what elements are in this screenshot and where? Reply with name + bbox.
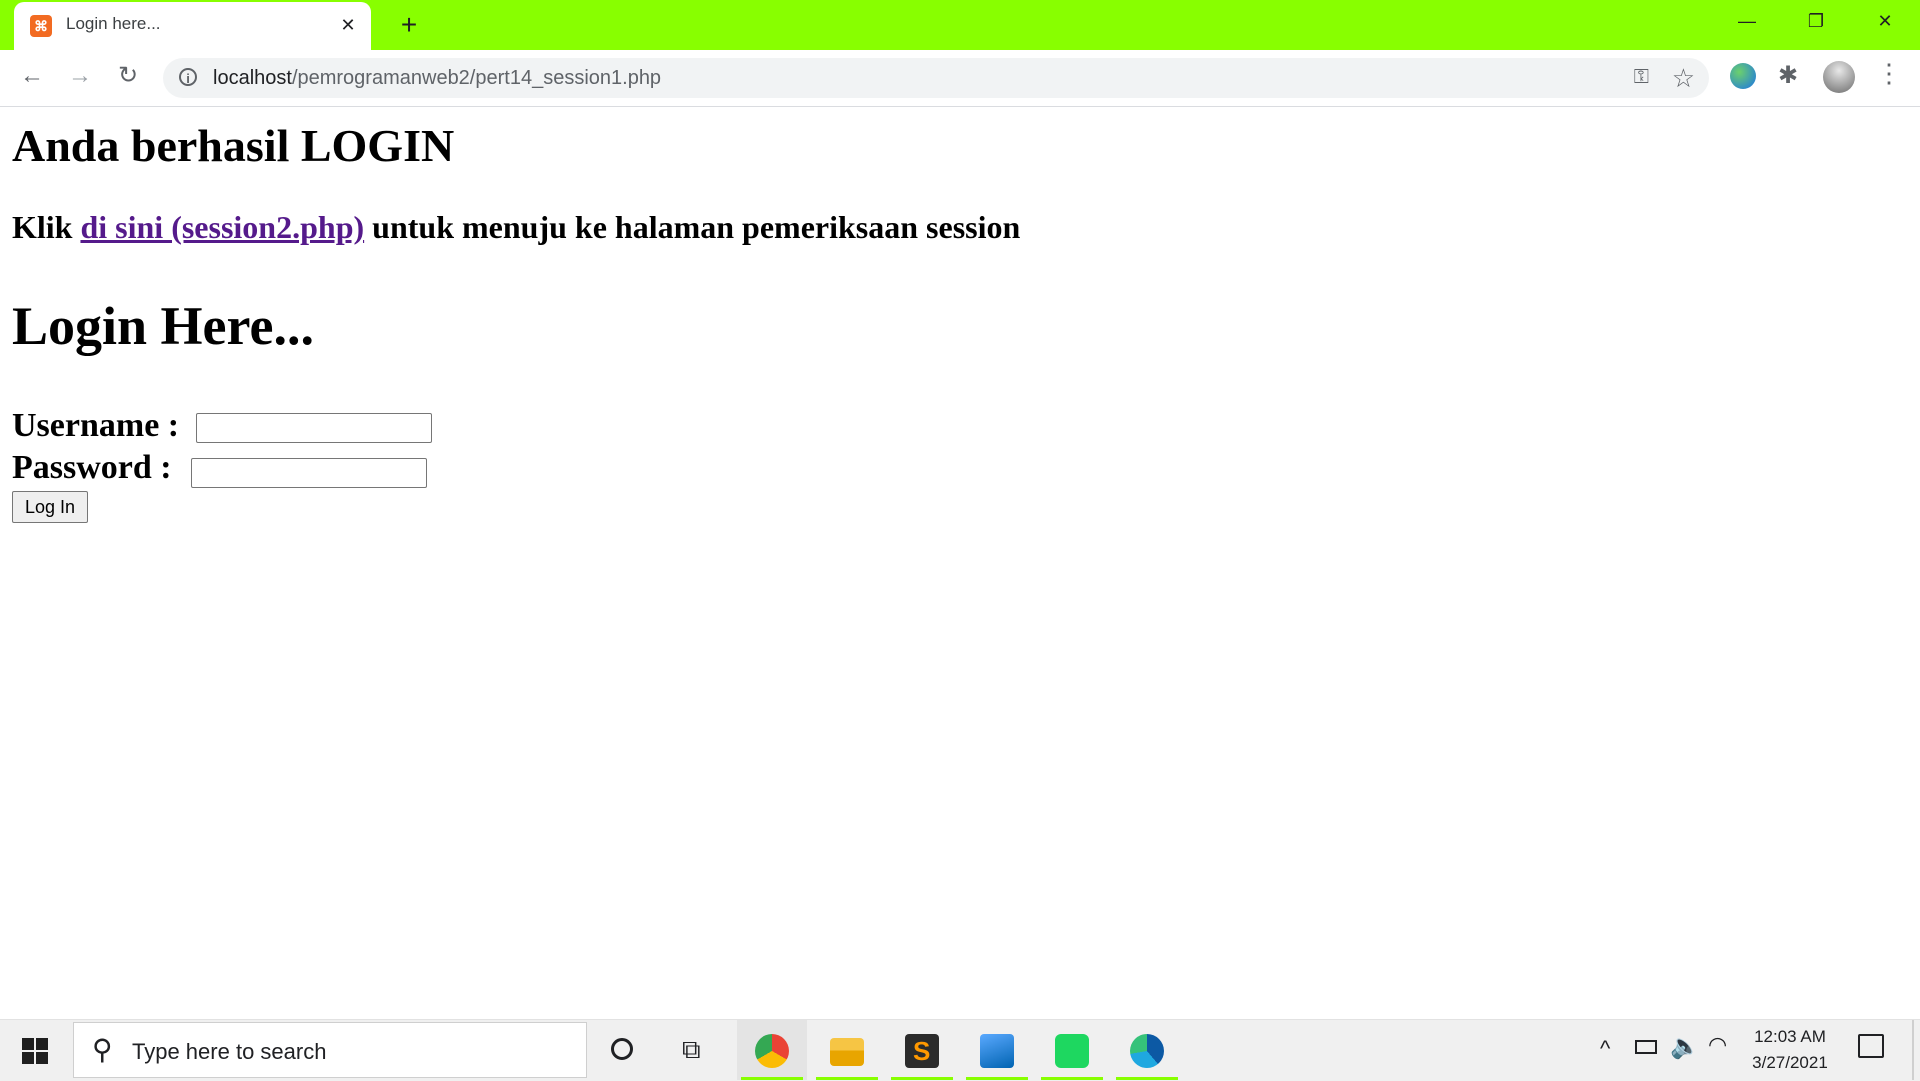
login-button[interactable]: Log In (12, 491, 89, 523)
username-label: Username : (12, 407, 180, 444)
session-prefix: Klik (12, 209, 81, 245)
forward-button[interactable]: → (62, 58, 98, 94)
file-explorer-icon[interactable] (812, 1020, 882, 1080)
sublime-text-icon[interactable] (887, 1020, 957, 1080)
battery-icon[interactable] (1635, 1040, 1657, 1054)
notification-center-icon[interactable] (1858, 1034, 1884, 1058)
xampp-icon: ⌘ (30, 15, 52, 37)
minimize-button[interactable]: — (1713, 0, 1781, 44)
profile-avatar[interactable] (1823, 61, 1855, 93)
close-tab-icon[interactable]: ✕ (335, 12, 361, 38)
taskbar-search-box[interactable]: ⚲ Type here to search (73, 1022, 587, 1078)
session-suffix: untuk menuju ke halaman pemeriksaan sess… (364, 209, 1021, 245)
tab-title: Login here... (66, 14, 161, 33)
reload-button[interactable]: ↻ (110, 58, 146, 94)
close-window-button[interactable]: ✕ (1851, 0, 1919, 44)
search-icon: ⚲ (92, 1034, 113, 1065)
extension-globe-icon[interactable] (1730, 63, 1756, 89)
chrome-icon[interactable] (737, 1020, 807, 1080)
volume-icon[interactable]: 🔈 (1670, 1032, 1700, 1061)
tab-strip: ⌘ Login here... ✕ + — ❐ ✕ (0, 0, 1920, 51)
photos-icon[interactable] (962, 1020, 1032, 1080)
session2-link[interactable]: di sini (session2.php) (80, 209, 364, 245)
site-info-icon[interactable]: i (179, 68, 197, 86)
cortana-icon[interactable] (611, 1038, 633, 1060)
clock-date[interactable]: 3/27/2021 (1740, 1053, 1840, 1073)
spotify-icon[interactable] (1037, 1020, 1107, 1080)
url-text[interactable]: localhost/pemrogramanweb2/pert14_session… (213, 67, 661, 90)
task-view-icon[interactable]: ⧉ (682, 1034, 701, 1066)
login-success-heading: Anda berhasil LOGIN (12, 120, 455, 171)
browser-menu-icon[interactable]: ⋮ (1876, 58, 1902, 89)
login-heading: Login Here... (12, 296, 314, 356)
clock-time[interactable]: 12:03 AM (1740, 1027, 1840, 1047)
restore-button[interactable]: ❐ (1782, 0, 1850, 44)
wifi-icon[interactable]: ◠ (1708, 1032, 1727, 1058)
page-content: Anda berhasil LOGIN Klik di sini (sessio… (0, 107, 1920, 1019)
password-input[interactable] (191, 458, 427, 488)
edge-icon[interactable] (1112, 1020, 1182, 1080)
show-desktop-button[interactable] (1912, 1020, 1914, 1080)
url-path: /pemrogramanweb2/pert14_session1.php (291, 67, 662, 89)
key-icon[interactable]: ⚿ (1634, 66, 1649, 89)
extensions-puzzle-icon[interactable]: ✱ (1778, 61, 1798, 90)
search-placeholder: Type here to search (132, 1039, 327, 1064)
windows-taskbar: ⚲ Type here to search ⧉ ^ 🔈 ◠ 12:03 AM 3… (0, 1019, 1920, 1081)
back-button[interactable]: ← (14, 58, 50, 94)
browser-toolbar: ← → ↻ i localhost/pemrogramanweb2/pert14… (0, 50, 1920, 107)
bookmark-star-icon[interactable]: ☆ (1672, 63, 1695, 94)
session-link-line: Klik di sini (session2.php) untuk menuju… (12, 209, 1020, 246)
new-tab-button[interactable]: + (392, 9, 426, 43)
address-bar[interactable]: i localhost/pemrogramanweb2/pert14_sessi… (163, 58, 1709, 98)
tray-chevron-up-icon[interactable]: ^ (1600, 1036, 1610, 1062)
tab-login-here[interactable]: ⌘ Login here... ✕ (14, 2, 371, 51)
username-input[interactable] (196, 413, 432, 443)
url-host: localhost (213, 67, 292, 89)
password-label: Password : (12, 449, 172, 486)
windows-start-icon[interactable] (14, 1032, 56, 1070)
